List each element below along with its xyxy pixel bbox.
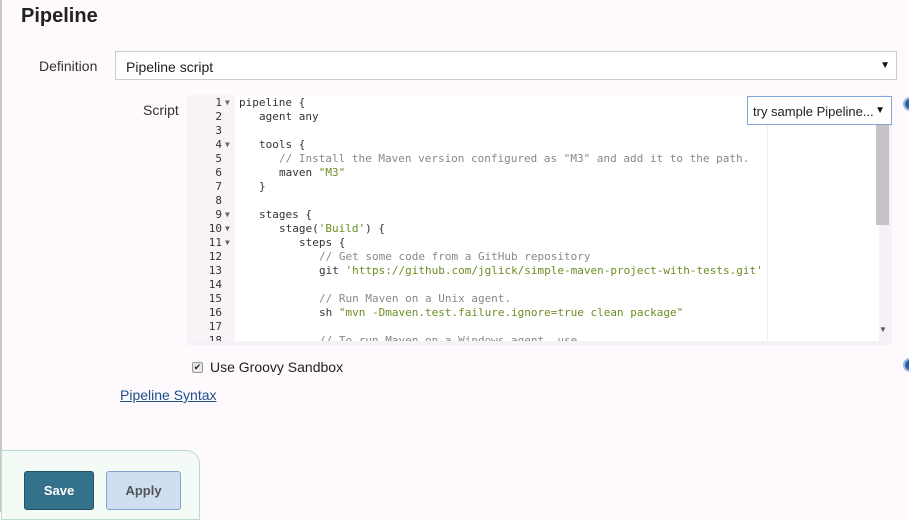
- line-number: 4: [215, 138, 222, 151]
- line-number: 5: [215, 152, 222, 165]
- code-line[interactable]: 9 ▼ stages {: [187, 208, 879, 222]
- dropdown-arrow-icon: ▼: [880, 60, 890, 71]
- line-number: 14: [208, 278, 222, 291]
- scroll-down-icon[interactable]: ▼: [879, 325, 887, 334]
- line-number: 13: [208, 264, 222, 277]
- code-text: // Run Maven on a Unix agent.: [319, 292, 512, 305]
- dropdown-arrow-icon: ▼: [875, 105, 885, 116]
- code-text: // Get some code from a GitHub repositor…: [319, 250, 591, 263]
- fold-toggle-icon[interactable]: ▼: [225, 208, 230, 222]
- code-line[interactable]: 7}: [187, 180, 879, 194]
- line-number: 10: [208, 222, 222, 235]
- code-line[interactable]: 15 // Run Maven on a Unix agent.: [187, 292, 879, 306]
- line-number: 2: [215, 110, 222, 123]
- groovy-sandbox-checkbox[interactable]: ✔: [192, 362, 203, 373]
- fold-toggle-icon[interactable]: ▼: [225, 96, 230, 110]
- sample-pipeline-value: try sample Pipeline...: [753, 104, 874, 119]
- help-icon[interactable]: [903, 97, 909, 111]
- fold-toggle-icon[interactable]: ▼: [225, 138, 230, 152]
- help-icon[interactable]: [903, 358, 909, 372]
- line-number: 8: [215, 194, 222, 207]
- code-line[interactable]: 4 ▼ tools {: [187, 138, 879, 152]
- line-number: 18: [208, 334, 222, 341]
- fold-toggle-icon[interactable]: ▼: [225, 236, 230, 250]
- code-line[interactable]: 13 git 'https://github.com/jglick/simple-…: [187, 264, 879, 278]
- code-line[interactable]: 5 // Install the Maven version configured…: [187, 152, 879, 166]
- definition-select[interactable]: Pipeline script ▼: [115, 51, 897, 80]
- code-text: pipeline {: [239, 96, 306, 109]
- line-number: 9: [215, 208, 222, 221]
- line-number: 11: [208, 236, 222, 249]
- line-number: 17: [208, 320, 222, 333]
- code-text: // Install the Maven version configured …: [279, 152, 750, 165]
- code-text: steps {: [299, 236, 346, 249]
- section-title: Pipeline: [21, 5, 98, 27]
- script-label: Script: [143, 102, 179, 118]
- groovy-sandbox-label: Use Groovy Sandbox: [210, 359, 344, 375]
- code-text: }: [259, 180, 266, 193]
- line-number: 15: [208, 292, 222, 305]
- line-number: 1: [215, 96, 222, 109]
- code-text: git 'https://github.com/jglick/simple-ma…: [319, 264, 763, 277]
- code-line[interactable]: 17: [187, 320, 879, 334]
- code-line[interactable]: 3: [187, 124, 879, 138]
- code-text: tools {: [259, 138, 306, 151]
- left-border: [0, 0, 2, 512]
- save-button[interactable]: Save: [24, 471, 94, 510]
- code-line[interactable]: 16 sh "mvn -Dmaven.test.failure.ignore=tr…: [187, 306, 879, 320]
- editor-scrollbar[interactable]: [876, 125, 889, 225]
- code-line[interactable]: 8: [187, 194, 879, 208]
- line-number: 16: [208, 306, 222, 319]
- line-number: 12: [208, 250, 222, 263]
- code-line[interactable]: 6 maven "M3": [187, 166, 879, 180]
- definition-label: Definition: [39, 58, 98, 74]
- apply-button[interactable]: Apply: [106, 471, 181, 510]
- line-number: 6: [215, 166, 222, 179]
- pipeline-syntax-link[interactable]: Pipeline Syntax: [120, 387, 217, 403]
- sample-pipeline-select[interactable]: try sample Pipeline... ▼: [747, 96, 892, 125]
- code-area[interactable]: 1 ▼ pipeline {2 agent any 3 4 ▼ tools {5// Inst…: [187, 96, 879, 341]
- code-line[interactable]: 11 ▼ steps {: [187, 236, 879, 250]
- definition-selected-value: Pipeline script: [126, 59, 214, 75]
- script-editor[interactable]: 1 ▼ pipeline {2 agent any 3 4 ▼ tools {5// Inst…: [187, 95, 892, 345]
- code-text: agent any: [259, 110, 319, 123]
- code-line[interactable]: 12 // Get some code from a GitHub reposit…: [187, 250, 879, 264]
- code-line[interactable]: 10 ▼ stage('Build') {: [187, 222, 879, 236]
- code-text: maven "M3": [279, 166, 346, 179]
- line-number: 3: [215, 124, 222, 137]
- code-text: sh "mvn -Dmaven.test.failure.ignore=true…: [319, 306, 684, 319]
- line-number: 7: [215, 180, 222, 193]
- code-text: // To run Maven on a Windows agent, use: [319, 334, 578, 341]
- code-text: stage('Build') {: [279, 222, 385, 235]
- code-line[interactable]: 18 // To run Maven on a Windows agent, us…: [187, 334, 879, 341]
- fold-toggle-icon[interactable]: ▼: [225, 222, 230, 236]
- code-text: stages {: [259, 208, 312, 221]
- code-line[interactable]: 14: [187, 278, 879, 292]
